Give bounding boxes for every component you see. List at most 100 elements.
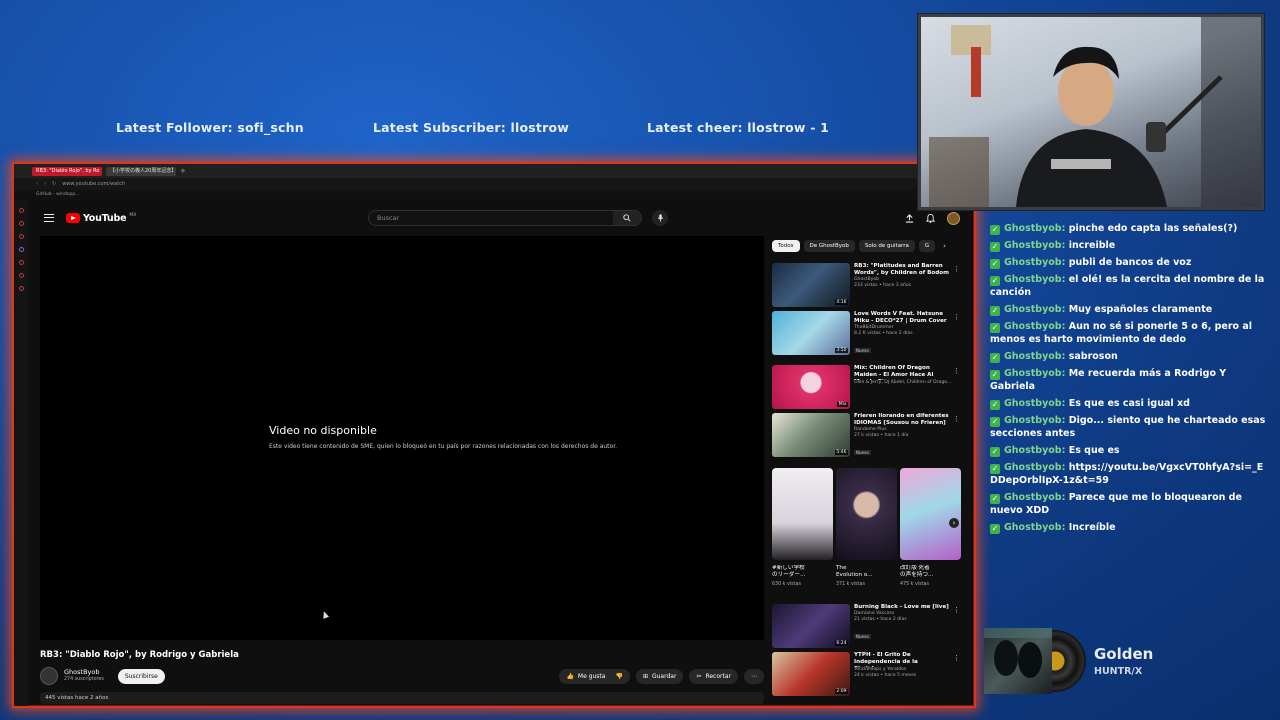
voice-search-button[interactable] — [652, 210, 668, 226]
tab-inactive[interactable]: 【小学校の義人20周年記念】( — [106, 166, 176, 176]
youtube-logo[interactable]: YouTube MX — [66, 213, 136, 224]
notifications-bell-icon[interactable] — [926, 213, 935, 223]
sidebar-app-icon[interactable] — [18, 286, 24, 291]
short-thumbnail[interactable] — [900, 468, 961, 560]
sidebar-app-icon[interactable] — [18, 260, 24, 265]
check-badge-icon: ✓ — [990, 400, 1000, 410]
short-views: 371 k vistas — [836, 582, 865, 587]
back-icon[interactable]: ‹ — [36, 181, 38, 187]
reload-icon[interactable]: ↻ — [52, 181, 56, 187]
video-player[interactable]: Video no disponible Este video tiene con… — [40, 236, 764, 640]
video-thumbnail[interactable]: 2:09 — [772, 652, 850, 696]
new-badge: Nuevo — [854, 347, 871, 353]
video-description-strip[interactable]: 445 vistas hace 2 años — [40, 692, 764, 704]
hamburger-menu-icon[interactable] — [44, 214, 54, 222]
chat-username: Ghostbyob: — [1004, 445, 1066, 456]
short-item[interactable]: #新しい学校 のリーダー... 630 k vistas — [772, 468, 833, 587]
rec-title[interactable]: Love Words V Feat. Hatsune Miku - DECO*2… — [854, 311, 954, 325]
list-item[interactable]: 6:24 Burning Black - Love me [live] Dami… — [772, 604, 962, 648]
more-vert-icon[interactable]: ⋮ — [953, 654, 960, 662]
rec-title[interactable]: YTPH - El Grito De Independencia de la S… — [854, 652, 954, 667]
short-title[interactable]: #新しい学校 のリーダー... — [772, 565, 833, 580]
video-thumbnail[interactable]: Mix — [772, 365, 850, 409]
more-vert-icon[interactable]: ⋮ — [953, 606, 960, 614]
chat-username: Ghostbyob: — [1004, 304, 1066, 315]
channel-name[interactable]: GhostByob — [64, 669, 104, 676]
filter-chips: Todos De GhostByob Solo de guitarra G › — [772, 240, 946, 252]
sidebar-app-icon[interactable] — [18, 247, 24, 252]
account-avatar[interactable] — [947, 211, 960, 225]
new-tab-icon[interactable]: + — [180, 167, 186, 175]
subscribe-button[interactable]: Suscribirse — [117, 668, 165, 684]
sidebar-app-icon[interactable] — [18, 273, 24, 278]
short-item[interactable]: › 改訂版 死者 の声を持つ... 475 k vistas — [900, 468, 961, 587]
duration-badge: 2:09 — [834, 689, 848, 694]
tab-active[interactable]: RB3: "Diablo Rojo", by Ro — [32, 166, 102, 176]
rec-title[interactable]: Burning Black - Love me [live] — [854, 604, 954, 611]
search-button[interactable] — [613, 211, 641, 225]
dislike-icon[interactable]: 👎 — [615, 673, 622, 680]
chat-message: ✓ Ghostbyob: el olé! es la cercita del no… — [990, 273, 1270, 299]
video-thumbnail[interactable]: 3:50 — [772, 311, 850, 355]
sidebar-app-icon[interactable] — [18, 234, 24, 239]
check-badge-icon: ✓ — [990, 417, 1000, 427]
youtube-play-icon — [66, 213, 80, 223]
chip-from-channel[interactable]: De GhostByob — [803, 240, 855, 252]
check-badge-icon: ✓ — [990, 464, 1000, 474]
video-thumbnail[interactable]: 5:46 — [772, 413, 850, 457]
channel-avatar[interactable] — [40, 667, 58, 685]
list-item[interactable]: 4:16 RB3: "Platitudes and Barren Words",… — [772, 263, 962, 307]
sidebar-app-icon[interactable] — [18, 221, 24, 226]
microphone-icon — [657, 214, 663, 222]
save-label: Guardar — [651, 672, 677, 680]
save-button[interactable]: ⊞ Guardar — [635, 668, 684, 684]
chat-username: Ghostbyob: — [1004, 492, 1066, 503]
chevron-right-icon[interactable]: › — [943, 242, 946, 250]
list-item[interactable]: 5:46 Frieren llorando en diferentes IDIO… — [772, 413, 962, 457]
rec-channel[interactable]: Ollie & Jerry, DJ Abdel, Children of Dra… — [854, 380, 954, 386]
webcam-feed — [917, 13, 1265, 211]
chevron-right-icon[interactable]: › — [949, 518, 959, 528]
rec-title[interactable]: Mix: Children Of Dragon Maiden - El Amor… — [854, 365, 954, 380]
duration-badge: 5:46 — [834, 450, 848, 455]
search-input[interactable]: Buscar — [377, 211, 399, 225]
bookmark-item[interactable]: GitHub - windopp... — [14, 190, 974, 200]
forward-icon[interactable]: › — [44, 181, 46, 187]
rec-title[interactable]: Frieren llorando en diferentes IDIOMAS [… — [854, 413, 954, 427]
short-item[interactable]: The Evolution o... 371 k vistas — [836, 468, 897, 587]
rec-title[interactable]: RB3: "Platitudes and Barren Words", by C… — [854, 263, 954, 277]
chat-message: ✓ Ghostbyob: Digo... siento que he charte… — [990, 414, 1270, 440]
chip-more[interactable]: G — [918, 240, 936, 252]
clip-button[interactable]: ✂ Recortar — [689, 668, 738, 684]
more-vert-icon[interactable]: ⋮ — [953, 367, 960, 375]
like-button[interactable]: 👍 Me gusta 👎 — [559, 668, 630, 684]
list-item[interactable]: Mix Mix: Children Of Dragon Maiden - El … — [772, 365, 962, 409]
clip-label: Recortar — [705, 672, 731, 680]
short-title[interactable]: The Evolution o... — [836, 565, 897, 580]
sidebar-app-icon[interactable] — [18, 208, 24, 213]
youtube-header: YouTube MX Buscar — [28, 202, 974, 234]
more-vert-icon[interactable]: ⋮ — [953, 265, 960, 273]
short-thumbnail[interactable] — [836, 468, 897, 560]
list-item[interactable]: 2:09 YTPH - El Grito De Independencia de… — [772, 652, 962, 696]
short-views: 475 k vistas — [900, 582, 929, 587]
thumbs-up-icon: 👍 — [566, 672, 574, 680]
video-title: RB3: "Diablo Rojo", by Rodrigo y Gabriel… — [40, 650, 239, 660]
upload-icon[interactable] — [905, 213, 914, 223]
video-thumbnail[interactable]: 6:24 — [772, 604, 850, 648]
video-thumbnail[interactable]: 4:16 — [772, 263, 850, 307]
short-title[interactable]: 改訂版 死者 の声を持つ... — [900, 565, 961, 580]
video-unavailable-title: Video no disponible — [269, 424, 377, 437]
chip-guitar-solo[interactable]: Solo de guitarra — [858, 240, 915, 252]
short-thumbnail[interactable] — [772, 468, 833, 560]
more-actions-icon[interactable]: ⋯ — [744, 668, 764, 684]
more-vert-icon[interactable]: ⋮ — [953, 313, 960, 321]
list-item[interactable]: 3:50 Love Words V Feat. Hatsune Miku - D… — [772, 311, 962, 355]
url-field[interactable]: www.youtube.com/watch — [62, 181, 125, 187]
chat-username: Ghostbyob: — [1004, 321, 1066, 332]
chip-all[interactable]: Todos — [772, 240, 800, 252]
duration-badge: 4:16 — [834, 300, 848, 305]
search-icon — [623, 214, 631, 222]
search-box[interactable]: Buscar — [368, 210, 642, 226]
more-vert-icon[interactable]: ⋮ — [953, 415, 960, 423]
